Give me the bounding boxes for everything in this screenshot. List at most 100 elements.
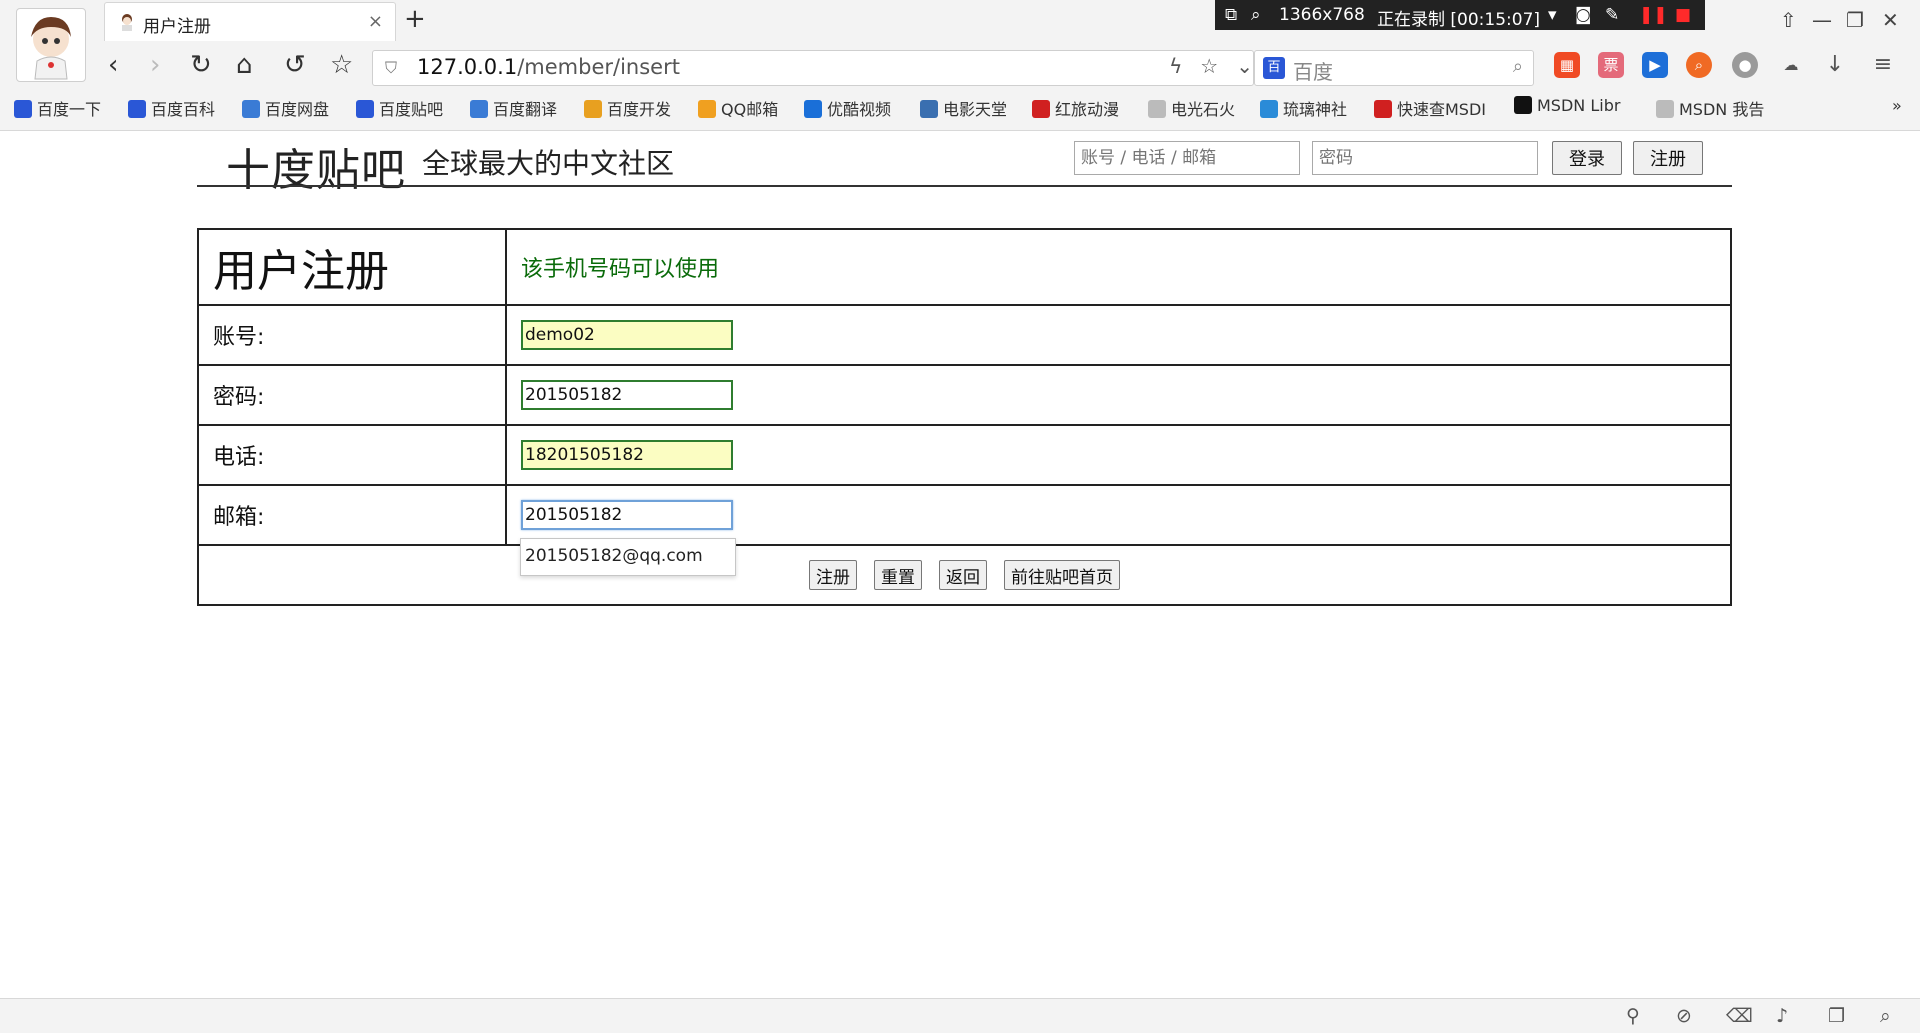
- login-account-input[interactable]: [1074, 141, 1300, 175]
- baidu-engine-icon[interactable]: 百: [1263, 57, 1285, 79]
- bookmark-item[interactable]: 百度一下: [14, 96, 101, 120]
- login-password-input[interactable]: [1312, 141, 1538, 175]
- register-form-table: 用户注册 该手机号码可以使用 账号: 密码: 电话: 邮箱: 注册 重置 返回 …: [197, 228, 1732, 606]
- back-button[interactable]: 返回: [939, 560, 987, 590]
- tab-title: 用户注册: [143, 17, 211, 37]
- ticket-icon[interactable]: 票: [1598, 52, 1624, 78]
- recording-status: 正在录制 [00:15:07]: [1377, 10, 1541, 30]
- camera-icon[interactable]: ◙: [1575, 5, 1592, 25]
- netdisk-icon: [242, 100, 260, 118]
- browser-chrome: 用户注册 × + ⧉ ⌕ 1366x768 正在录制 [00:15:07] ▾ …: [0, 0, 1920, 131]
- bookmarks-bar: 百度一下 百度百科 百度网盘 百度贴吧 百度翻译 百度开发 QQ邮箱 优酷视频 …: [0, 92, 1920, 124]
- paw-icon: [128, 100, 146, 118]
- bookmark-item[interactable]: MSDN Libr: [1514, 96, 1620, 115]
- forward-icon[interactable]: ›: [150, 52, 160, 78]
- lightning-icon[interactable]: ϟ: [1169, 54, 1182, 78]
- close-window-icon[interactable]: ✕: [1882, 8, 1899, 32]
- search-ext-icon[interactable]: ⌕: [1686, 52, 1712, 78]
- bookmark-star-icon[interactable]: ☆: [1200, 54, 1218, 78]
- undo-icon[interactable]: ↺: [284, 52, 306, 78]
- restore-icon[interactable]: ❐: [1846, 8, 1864, 32]
- phone-label: 电话:: [197, 424, 507, 486]
- address-icons: ϟ ☆ ⌄: [1151, 54, 1253, 78]
- accelerate-icon[interactable]: ⊘: [1676, 1005, 1692, 1027]
- bookmark-item[interactable]: 电影天堂: [920, 96, 1007, 120]
- bookmarks-more-icon[interactable]: »: [1892, 96, 1902, 115]
- login-button[interactable]: 登录: [1552, 141, 1622, 175]
- stop-icon[interactable]: ■: [1675, 5, 1691, 25]
- bookmark-item[interactable]: 百度翻译: [470, 96, 557, 120]
- tab-close-icon[interactable]: ×: [368, 11, 383, 32]
- circle-ext-icon[interactable]: ●: [1732, 52, 1758, 78]
- pause-icon[interactable]: ❚❚: [1639, 5, 1668, 25]
- user-avatar[interactable]: [16, 8, 86, 82]
- bookmark-item[interactable]: 电光石火: [1148, 96, 1235, 120]
- bookmark-item[interactable]: 优酷视频: [804, 96, 891, 120]
- bookmark-item[interactable]: MSDN 我告: [1656, 96, 1764, 120]
- page-icon: [1148, 100, 1166, 118]
- register-button[interactable]: 注册: [809, 560, 857, 590]
- search-box[interactable]: 百 百度 ⌕: [1254, 50, 1534, 86]
- recording-resolution: 1366x768: [1279, 5, 1365, 25]
- apps-grid-icon[interactable]: ▦: [1554, 52, 1580, 78]
- bookmark-item[interactable]: 红旅动漫: [1032, 96, 1119, 120]
- star-icon[interactable]: ☆: [330, 52, 353, 78]
- phone-input[interactable]: [521, 440, 733, 470]
- video-play-icon[interactable]: ▶: [1642, 52, 1668, 78]
- trash-icon[interactable]: ⌫: [1726, 1005, 1753, 1027]
- bookmark-item[interactable]: 琉璃神社: [1260, 96, 1347, 120]
- window-mode-icon[interactable]: ❐: [1828, 1005, 1845, 1027]
- zoom-icon[interactable]: ⌕: [1251, 5, 1261, 25]
- autocomplete-option[interactable]: 201505182@qq.com: [525, 546, 703, 566]
- form-title: 用户注册: [213, 246, 389, 297]
- bookmark-item[interactable]: 百度开发: [584, 96, 671, 120]
- reload-icon[interactable]: ↻: [190, 52, 212, 78]
- minimize-icon[interactable]: —: [1812, 8, 1832, 32]
- qq-mail-icon: [698, 100, 716, 118]
- tab-favicon-icon: [122, 14, 132, 31]
- site-slogan: 全球最大的中文社区: [422, 147, 675, 180]
- youku-icon: [804, 100, 822, 118]
- site-logo[interactable]: 十度贴吧: [226, 134, 406, 198]
- password-input[interactable]: [521, 380, 733, 410]
- reset-button[interactable]: 重置: [874, 560, 922, 590]
- new-tab-button[interactable]: +: [404, 4, 426, 34]
- translate-icon: [470, 100, 488, 118]
- email-autocomplete-dropdown: 201505182@qq.com: [520, 538, 736, 576]
- pen-icon[interactable]: ✎: [1605, 5, 1619, 25]
- goto-home-button[interactable]: 前往贴吧首页: [1004, 560, 1120, 590]
- shield-icon: ⛉: [385, 58, 398, 77]
- header-register-button[interactable]: 注册: [1633, 141, 1703, 175]
- pin-icon[interactable]: ⇧: [1780, 8, 1797, 32]
- zoom-search-icon[interactable]: ⌕: [1880, 1005, 1891, 1027]
- account-input[interactable]: [521, 320, 733, 350]
- bookmark-item[interactable]: 百度百科: [128, 96, 215, 120]
- bookmark-item[interactable]: 百度贴吧: [356, 96, 443, 120]
- dropdown-icon[interactable]: ▾: [1548, 5, 1557, 25]
- address-dropdown-icon[interactable]: ⌄: [1236, 54, 1253, 78]
- back-icon[interactable]: ‹: [108, 52, 118, 78]
- url-path: /member/insert: [517, 55, 680, 79]
- menu-icon[interactable]: ≡: [1870, 52, 1896, 78]
- bookmark-item[interactable]: 快速查MSDI: [1374, 96, 1486, 120]
- search-icon[interactable]: ⌕: [1513, 56, 1523, 77]
- form-actions-cell: 注册 重置 返回 前往贴吧首页: [197, 544, 1732, 606]
- bookmark-item[interactable]: QQ邮箱: [698, 96, 778, 120]
- window-icon[interactable]: ⧉: [1225, 5, 1237, 25]
- address-url[interactable]: 127.0.0.1/member/insert: [417, 55, 680, 79]
- validation-message: 该手机号码可以使用: [521, 257, 720, 282]
- bookmark-item[interactable]: 百度网盘: [242, 96, 329, 120]
- msdn-m-icon: [1514, 96, 1532, 114]
- home-icon[interactable]: ⌂: [236, 52, 253, 78]
- volume-icon[interactable]: ♪: [1776, 1005, 1788, 1027]
- browser-tab-active[interactable]: 用户注册 ×: [104, 2, 396, 41]
- pin-tool-icon[interactable]: ⚲: [1626, 1005, 1640, 1027]
- cloud-icon[interactable]: ☁: [1778, 52, 1804, 78]
- address-bar[interactable]: ⛉ 127.0.0.1/member/insert ϟ ☆ ⌄: [372, 50, 1254, 86]
- movie-icon: [920, 100, 938, 118]
- shrine-icon: [1260, 100, 1278, 118]
- email-cell: [505, 484, 1732, 546]
- download-icon[interactable]: ↓: [1822, 52, 1848, 78]
- browser-status-bar: ⚲ ⊘ ⌫ ♪ ❐ ⌕: [0, 998, 1920, 1033]
- email-input[interactable]: [521, 500, 733, 530]
